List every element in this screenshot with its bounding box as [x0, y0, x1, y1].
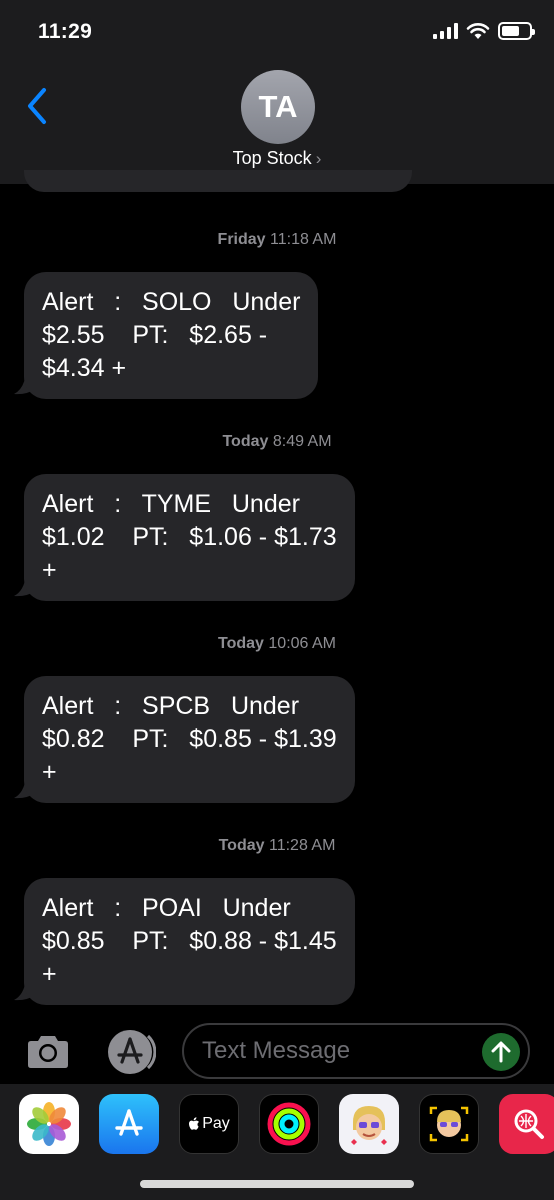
message-bubble[interactable]: Alert : TYME Under $1.02 PT: $1.06 - $1.…: [24, 474, 355, 601]
app-store-icon: [115, 1109, 143, 1136]
activity-app-button[interactable]: [259, 1094, 319, 1154]
message-bubble[interactable]: Alert : SOLO Under $2.55 PT: $2.65 - $4.…: [24, 272, 319, 399]
web-search-app-button[interactable]: [499, 1094, 554, 1154]
app-store-app-button[interactable]: [99, 1094, 159, 1154]
app-store-drawer-icon[interactable]: [104, 1028, 156, 1076]
home-indicator[interactable]: [140, 1180, 414, 1188]
timestamp-time: 10:06 AM: [268, 635, 336, 652]
timestamp-time: 8:49 AM: [272, 433, 332, 450]
previous-message-bubble[interactable]: [24, 170, 412, 192]
message-timestamp: Friday 11:18 AM: [0, 231, 554, 249]
cellular-signal-icon: [433, 23, 458, 39]
timestamp-day: Today: [222, 433, 269, 450]
photos-icon: [27, 1102, 71, 1146]
contact-name[interactable]: Top Stock: [233, 148, 312, 168]
arrow-up-icon: [491, 1041, 511, 1063]
animoji-icon: [429, 1106, 469, 1142]
message-timestamp: Today 10:06 AM: [0, 635, 554, 653]
message-bubble[interactable]: Alert : SPCB Under $0.82 PT: $0.85 - $1.…: [24, 676, 355, 803]
conversation-header: 11:29 TA Top Stock ›: [0, 0, 554, 184]
message-composer: Text Message: [0, 1018, 554, 1084]
message-input[interactable]: Text Message: [182, 1023, 530, 1079]
message-input-placeholder: Text Message: [202, 1037, 351, 1064]
battery-icon: [498, 22, 535, 40]
timestamp-day: Friday: [217, 231, 266, 248]
photos-app-button[interactable]: [19, 1094, 79, 1154]
message-timestamp: Today 11:28 AM: [0, 837, 554, 855]
contact-avatar[interactable]: TA: [241, 70, 315, 144]
timestamp-time: 11:18 AM: [270, 231, 337, 248]
message-timestamp: Today 8:49 AM: [0, 433, 554, 451]
activity-icon: [267, 1102, 311, 1146]
web-search-icon: [514, 1109, 544, 1139]
apple-pay-app-button[interactable]: Pay: [179, 1094, 239, 1154]
timestamp-day: Today: [218, 635, 264, 652]
wifi-icon: [466, 23, 490, 39]
chevron-right-icon: ›: [315, 149, 322, 168]
memoji-icon: [351, 1106, 387, 1145]
memoji-app-button[interactable]: [339, 1094, 399, 1154]
send-button[interactable]: [482, 1033, 520, 1071]
apple-pay-label: Pay: [202, 1115, 230, 1132]
timestamp-time: 11:28 AM: [268, 837, 336, 854]
camera-icon[interactable]: [24, 1032, 72, 1072]
message-bubble[interactable]: Alert : POAI Under $0.85 PT: $0.88 - $1.…: [24, 878, 355, 1005]
apple-logo-icon: [189, 1117, 200, 1130]
status-time: 11:29: [38, 20, 93, 43]
animoji-app-button[interactable]: [419, 1094, 479, 1154]
status-icons: [433, 22, 535, 40]
timestamp-day: Today: [218, 837, 265, 854]
contact-name-button[interactable]: Top Stock ›: [0, 148, 554, 169]
back-chevron-icon[interactable]: [22, 86, 52, 126]
app-drawer: Pay: [0, 1084, 554, 1200]
